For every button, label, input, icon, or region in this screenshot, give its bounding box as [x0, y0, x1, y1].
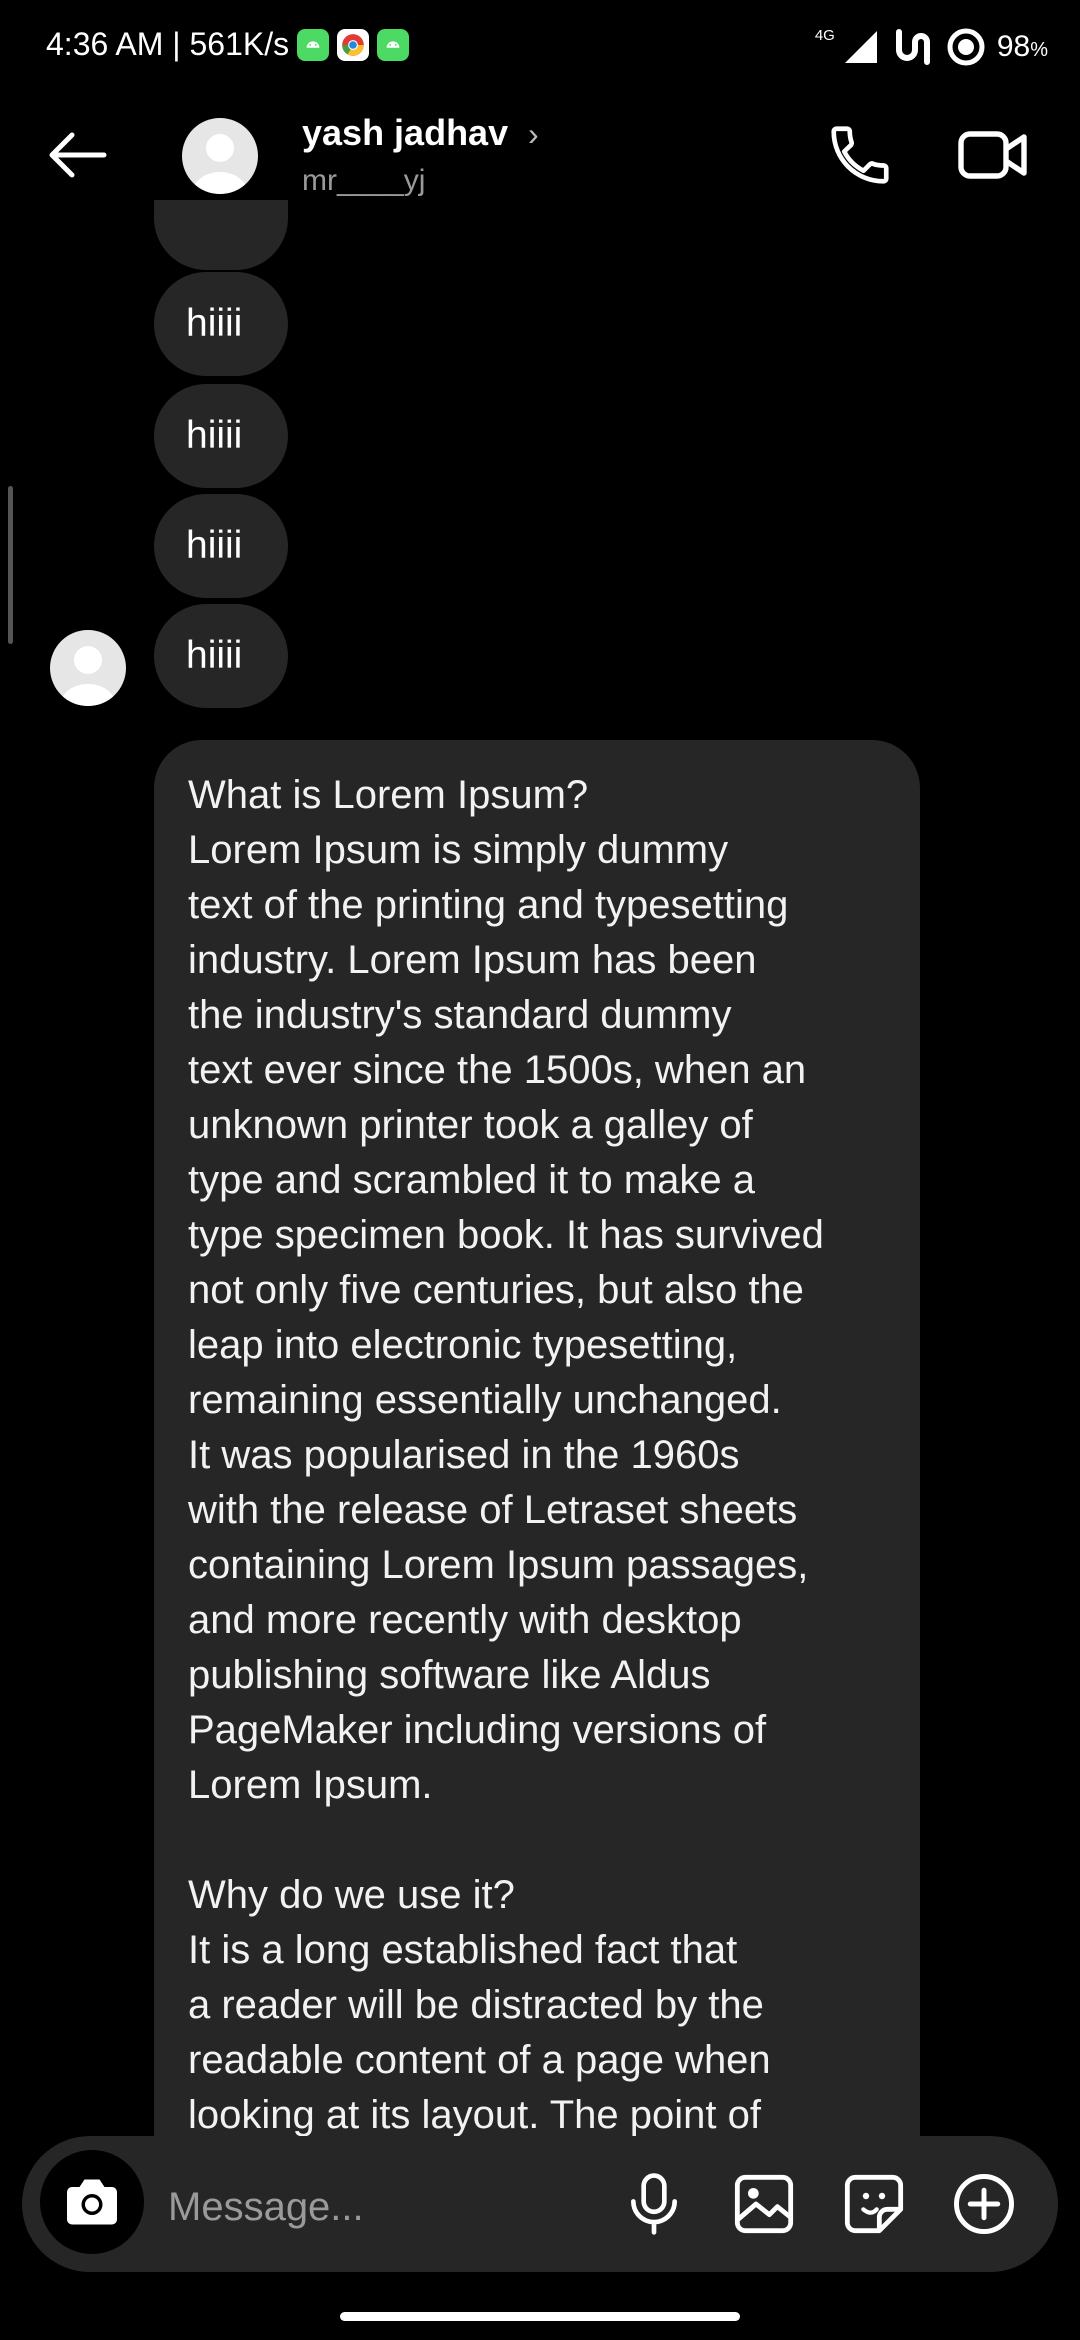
- message-bubble[interactable]: hiiii: [154, 272, 288, 376]
- message-bubble[interactable]: hiiii: [154, 494, 288, 598]
- plus-circle-icon: [954, 2174, 1014, 2234]
- gallery-icon: [734, 2174, 794, 2234]
- network-type: 4G: [814, 26, 835, 44]
- user-placeholder-icon: [192, 134, 248, 194]
- camera-icon: [67, 2179, 117, 2225]
- message-bubble[interactable]: hiiii: [154, 384, 288, 488]
- chrome-app-icon: [337, 28, 370, 61]
- home-indicator[interactable]: [340, 2312, 740, 2321]
- android-app-icon-2: [377, 28, 410, 61]
- record-icon: [947, 28, 985, 66]
- contact-username: mr____yj: [302, 164, 426, 197]
- contact-name[interactable]: yash jadhav: [302, 112, 508, 154]
- status-bar: 4:36 AM | 561K/s 4G 98%: [0, 0, 1080, 100]
- contact-avatar[interactable]: [182, 118, 258, 194]
- microphone-icon: [631, 2173, 677, 2235]
- chevron-right-icon[interactable]: ›: [528, 116, 539, 153]
- phone-icon: [831, 126, 889, 184]
- status-left: 4:36 AM | 561K/s: [46, 26, 410, 63]
- message-input[interactable]: [166, 2178, 590, 2236]
- back-arrow-icon: [49, 132, 107, 178]
- gallery-button[interactable]: [728, 2168, 800, 2240]
- android-app-icon: [297, 28, 330, 61]
- message-bubble-partial: [154, 200, 288, 270]
- call-button[interactable]: [825, 120, 895, 190]
- signal-icon: [844, 31, 877, 63]
- sticker-icon: [844, 2174, 904, 2234]
- status-right: 4G 98%: [814, 26, 1048, 66]
- camera-button[interactable]: [40, 2150, 144, 2254]
- voice-message-button[interactable]: [618, 2168, 690, 2240]
- sender-avatar[interactable]: [50, 630, 126, 706]
- video-camera-icon: [958, 131, 1027, 179]
- app-status-icon: [895, 29, 930, 65]
- long-message-bubble[interactable]: What is Lorem Ipsum? Lorem Ipsum is simp…: [154, 740, 920, 2140]
- user-placeholder-icon: [60, 646, 116, 706]
- back-button[interactable]: [36, 120, 116, 190]
- more-options-button[interactable]: [948, 2168, 1020, 2240]
- sticker-button[interactable]: [838, 2168, 910, 2240]
- battery-level: 98%: [996, 30, 1048, 63]
- scroll-indicator: [8, 486, 13, 644]
- long-message-text: What is Lorem Ipsum? Lorem Ipsum is simp…: [188, 773, 824, 2137]
- video-call-button[interactable]: [955, 120, 1035, 190]
- status-time: 4:36 AM | 561K/s: [46, 26, 290, 62]
- message-bubble[interactable]: hiiii: [154, 604, 288, 708]
